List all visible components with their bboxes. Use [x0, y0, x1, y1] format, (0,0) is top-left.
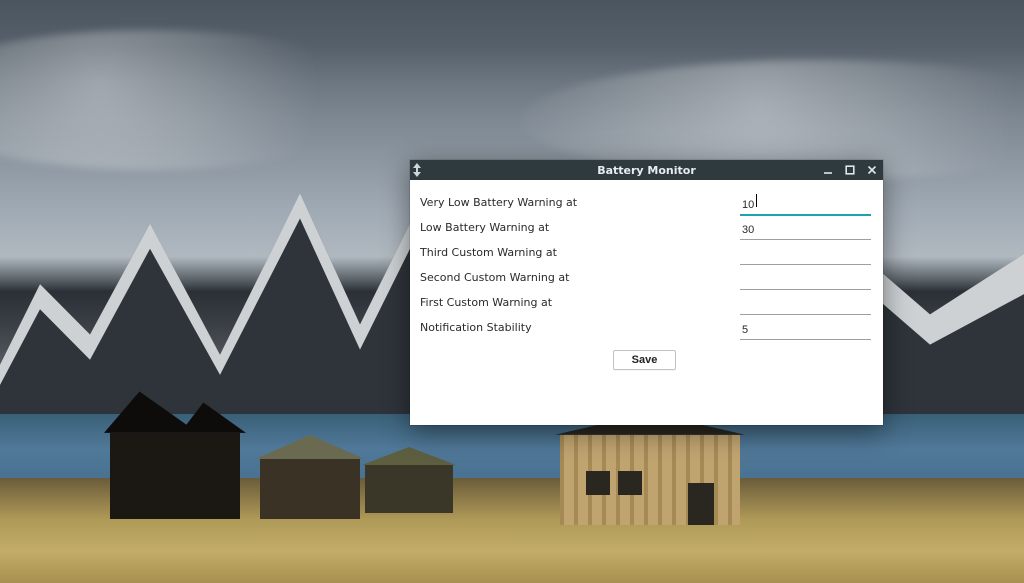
setting-label: First Custom Warning at [418, 296, 740, 309]
setting-row-notification-stability: Notification Stability [418, 315, 871, 340]
setting-label: Third Custom Warning at [418, 246, 740, 259]
setting-row-second-custom: Second Custom Warning at [418, 265, 871, 290]
setting-row-third-custom: Third Custom Warning at [418, 240, 871, 265]
window-titlebar[interactable]: Battery Monitor [410, 160, 883, 180]
text-caret [756, 194, 757, 207]
window-title: Battery Monitor [410, 164, 883, 177]
desktop-wallpaper: Battery Monitor Very Low Battery Warning… [0, 0, 1024, 583]
notification-stability-input[interactable] [740, 322, 871, 340]
close-button[interactable] [865, 163, 879, 177]
window-controls [821, 160, 879, 180]
save-button[interactable]: Save [613, 350, 677, 370]
very-low-battery-input[interactable] [740, 198, 871, 216]
setting-label: Second Custom Warning at [418, 271, 740, 284]
first-custom-warning-input[interactable] [740, 297, 871, 315]
wallpaper-house [365, 465, 453, 513]
setting-label: Low Battery Warning at [418, 221, 740, 234]
minimize-button[interactable] [821, 163, 835, 177]
low-battery-input[interactable] [740, 222, 871, 240]
window-resize-handle-icon[interactable] [412, 163, 422, 177]
window-client-area: Very Low Battery Warning at Low Battery … [410, 180, 883, 425]
third-custom-warning-input[interactable] [740, 247, 871, 265]
setting-row-first-custom: First Custom Warning at [418, 290, 871, 315]
maximize-button[interactable] [843, 163, 857, 177]
setting-row-very-low: Very Low Battery Warning at [418, 190, 871, 215]
setting-label: Very Low Battery Warning at [418, 196, 740, 209]
wallpaper-house [110, 433, 240, 519]
wallpaper-house [260, 459, 360, 519]
setting-row-low: Low Battery Warning at [418, 215, 871, 240]
setting-label: Notification Stability [418, 321, 740, 334]
wallpaper-house [560, 435, 740, 525]
second-custom-warning-input[interactable] [740, 272, 871, 290]
app-window: Battery Monitor Very Low Battery Warning… [410, 160, 883, 425]
